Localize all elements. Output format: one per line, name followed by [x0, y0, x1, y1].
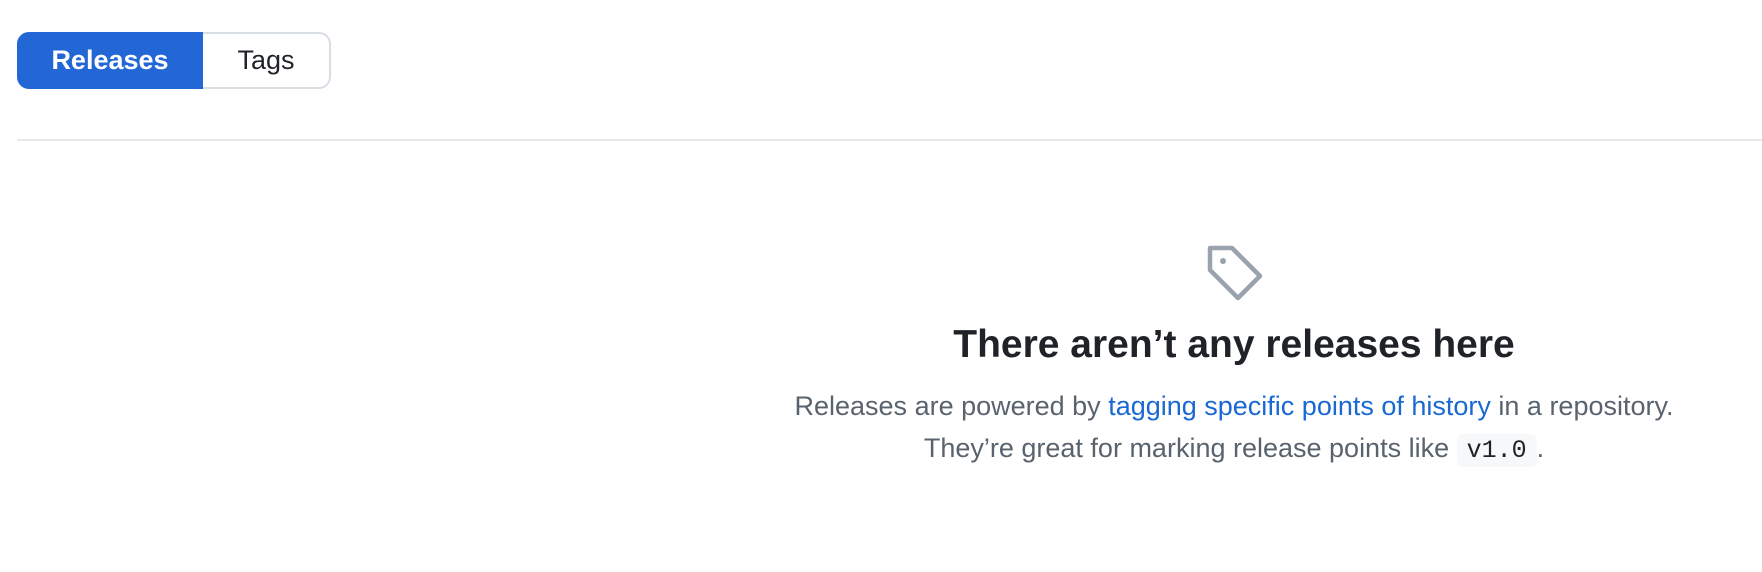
divider — [17, 139, 1762, 141]
description-text: Releases are powered by — [794, 390, 1109, 421]
empty-state-title: There aren’t any releases here — [953, 323, 1515, 366]
tab-tags[interactable]: Tags — [203, 32, 331, 89]
tab-releases[interactable]: Releases — [17, 32, 203, 89]
description-text: . — [1536, 432, 1545, 463]
description-text: in a repository. — [1490, 390, 1674, 421]
tagging-docs-link[interactable]: tagging specific points of history — [1108, 391, 1491, 421]
releases-tags-toggle: Releases Tags — [17, 32, 331, 89]
empty-state: There aren’t any releases here Releases … — [700, 240, 1762, 472]
description-line-2: They’re great for marking release points… — [700, 427, 1762, 472]
releases-page: Releases Tags There aren’t any releases … — [0, 0, 1762, 572]
description-text: They’re great for marking release points… — [923, 432, 1457, 463]
version-code: v1.0 — [1456, 433, 1537, 467]
empty-state-description: Releases are powered by tagging specific… — [700, 385, 1762, 472]
description-line-1: Releases are powered by tagging specific… — [700, 385, 1762, 427]
tag-icon — [700, 240, 1762, 304]
